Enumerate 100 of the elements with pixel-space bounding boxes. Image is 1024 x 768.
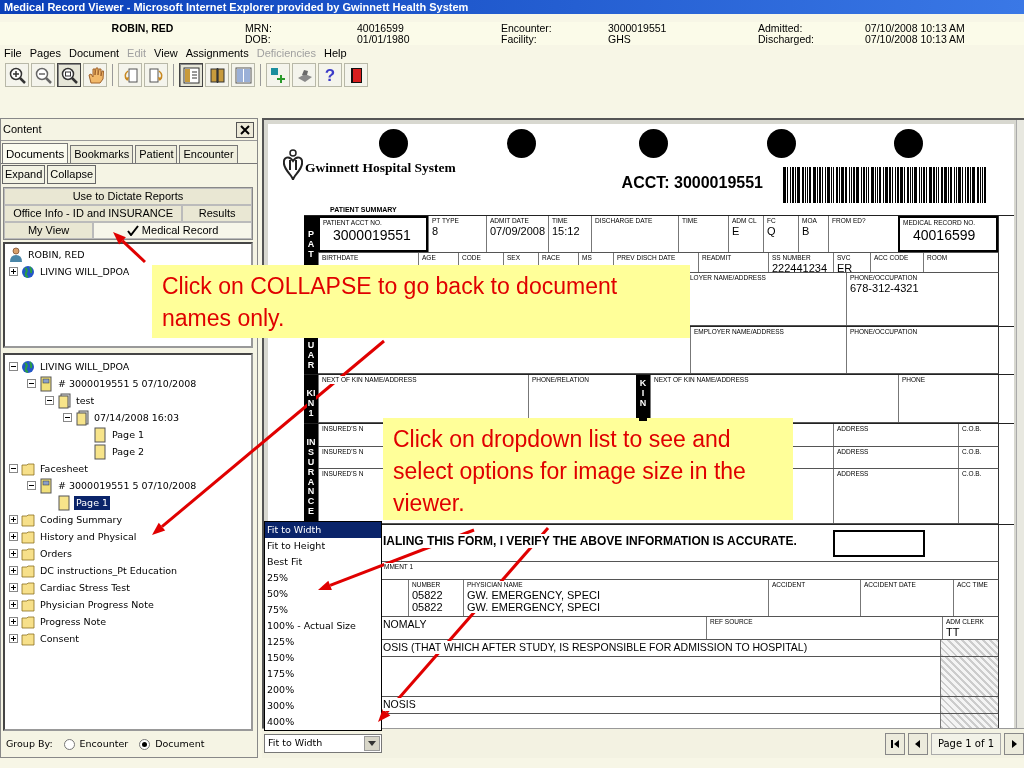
close-button[interactable] <box>236 121 254 138</box>
tree-item[interactable]: ROBIN, RED <box>26 247 87 262</box>
arrow <box>113 232 147 264</box>
toolbar-button[interactable] <box>5 63 29 87</box>
tree-item[interactable]: Coding Summary <box>38 512 125 527</box>
previous-page-button[interactable] <box>907 732 928 755</box>
tab[interactable]: Bookmarks <box>70 145 134 163</box>
collapse-icon[interactable] <box>27 481 36 490</box>
tree-item[interactable]: test <box>74 393 97 408</box>
collapse-icon[interactable] <box>27 379 36 388</box>
document-icon <box>39 375 53 392</box>
radio-button[interactable] <box>139 738 151 750</box>
first-page-button[interactable] <box>884 732 905 755</box>
next-page-button[interactable] <box>1004 732 1024 755</box>
dropdown-option[interactable]: Best Fit <box>265 554 381 570</box>
tree-item[interactable]: Cardiac Stress Test <box>38 580 132 595</box>
tree-item[interactable]: Physician Progress Note <box>38 597 156 612</box>
expand-icon[interactable] <box>9 583 18 592</box>
tree-item[interactable]: Consent <box>38 631 81 646</box>
tree-button[interactable]: Collapse <box>47 165 97 184</box>
expand-icon[interactable] <box>9 617 18 626</box>
document-icon <box>39 477 53 494</box>
expand-icon[interactable] <box>9 600 18 609</box>
dropdown-option[interactable]: 25% <box>265 570 381 586</box>
menu-item[interactable]: View <box>150 44 182 62</box>
tree-item[interactable]: History and Physical <box>38 529 139 544</box>
dropdown-option[interactable]: Fit to Height <box>265 538 381 554</box>
view-tab[interactable]: Results <box>182 205 252 222</box>
hospital-name: Gwinnett Hospital System <box>305 158 456 177</box>
view-tab[interactable]: Use to Dictate Reports <box>4 188 252 205</box>
field-value: 222441234 <box>772 262 828 272</box>
form-text: OSIS (THAT WHICH AFTER STUDY, IS RESPONSIBLE FOR ADMISSION TO HOSPITAL) <box>383 641 808 654</box>
menu-item[interactable]: Assignments <box>181 44 253 62</box>
dropdown-option[interactable]: 50% <box>265 586 381 602</box>
collapse-icon[interactable] <box>9 362 18 371</box>
tree-item[interactable]: Progress Note <box>38 614 109 629</box>
tree-item[interactable]: LIVING WILL_DPOA <box>38 359 132 374</box>
tree-button[interactable]: Expand <box>2 165 46 184</box>
collapse-icon[interactable] <box>9 464 18 473</box>
tab[interactable]: Encounter <box>179 145 238 163</box>
expand-icon[interactable] <box>9 532 18 541</box>
punch-hole <box>639 129 668 158</box>
tree-item[interactable]: # 3000019551 5 07/10/2008 <box>56 376 199 391</box>
menu-item[interactable]: Pages <box>25 44 65 62</box>
side-label: PAT <box>306 230 316 260</box>
toolbar-button[interactable] <box>205 63 229 87</box>
collapse-icon[interactable] <box>45 396 54 405</box>
toolbar-button[interactable]: ? <box>318 63 342 87</box>
field-value: 07/10/2008 10:13 AM <box>865 23 966 34</box>
dropdown-option[interactable]: 125% <box>265 634 381 650</box>
dropdown-option[interactable]: 75% <box>265 602 381 618</box>
toolbar-button[interactable] <box>57 63 81 87</box>
toolbar-button[interactable] <box>179 63 203 87</box>
field-value: 05822 <box>412 589 443 601</box>
tree-item[interactable]: Facesheet <box>38 461 90 476</box>
toolbar-button[interactable] <box>344 63 368 87</box>
dropdown-option[interactable]: 200% <box>265 682 381 698</box>
view-tab[interactable]: Office Info - ID and INSURANCE <box>4 205 183 222</box>
expand-icon[interactable] <box>9 549 18 558</box>
field-value: 05822 <box>412 601 443 613</box>
dropdown-option[interactable]: 100% - Actual Size <box>265 618 381 634</box>
dropdown-option[interactable]: 175% <box>265 666 381 682</box>
dropdown-button[interactable] <box>364 736 380 751</box>
collapse-icon[interactable] <box>63 413 72 422</box>
menu-item[interactable]: Document <box>64 44 124 62</box>
side-label: KIN <box>639 379 647 421</box>
dropdown-option[interactable]: 150% <box>265 650 381 666</box>
page-icon <box>57 494 71 511</box>
expand-icon[interactable] <box>9 566 18 575</box>
expand-icon[interactable] <box>9 634 18 643</box>
add-icon <box>268 65 288 85</box>
form-text: NOMALY <box>383 618 427 631</box>
tree-item[interactable]: 07/14/2008 16:03 <box>92 410 182 425</box>
view-tab[interactable]: My View <box>4 222 94 239</box>
tree-item[interactable]: LIVING WILL_DPOA <box>38 264 132 279</box>
tab[interactable]: Patient <box>135 145 178 163</box>
radio-button[interactable] <box>63 738 75 750</box>
expand-icon[interactable] <box>9 515 18 524</box>
tree-item[interactable]: Orders <box>38 546 74 561</box>
tree-item[interactable]: Page 1 <box>110 427 147 442</box>
scrollbar[interactable] <box>1016 120 1024 728</box>
tree-item[interactable]: Page 2 <box>110 444 147 459</box>
menu-item[interactable]: File <box>0 44 26 62</box>
radio-label: Document <box>155 736 205 751</box>
menu-item[interactable]: Help <box>320 44 351 62</box>
field-value: B <box>802 225 810 237</box>
patient-name: ROBIN, RED <box>110 23 175 34</box>
dropdown-option[interactable]: 300% <box>265 698 381 714</box>
dropdown-option[interactable]: Fit to Width <box>265 522 381 538</box>
folder-icon <box>21 511 35 528</box>
tab[interactable]: Documents <box>2 143 69 163</box>
zoom-select[interactable]: Fit to Width <box>264 734 382 753</box>
globe-icon <box>21 358 35 375</box>
document-icon <box>57 392 71 409</box>
tree-item[interactable]: Page 1 <box>74 495 111 510</box>
tree-item[interactable]: # 3000019551 5 07/10/2008 <box>56 478 199 493</box>
dropdown-option[interactable]: 400% <box>265 714 381 730</box>
expand-icon[interactable] <box>9 267 18 276</box>
tree-item[interactable]: DC instructions_Pt Education <box>38 563 180 578</box>
view-tab[interactable]: Medical Record <box>93 222 252 239</box>
